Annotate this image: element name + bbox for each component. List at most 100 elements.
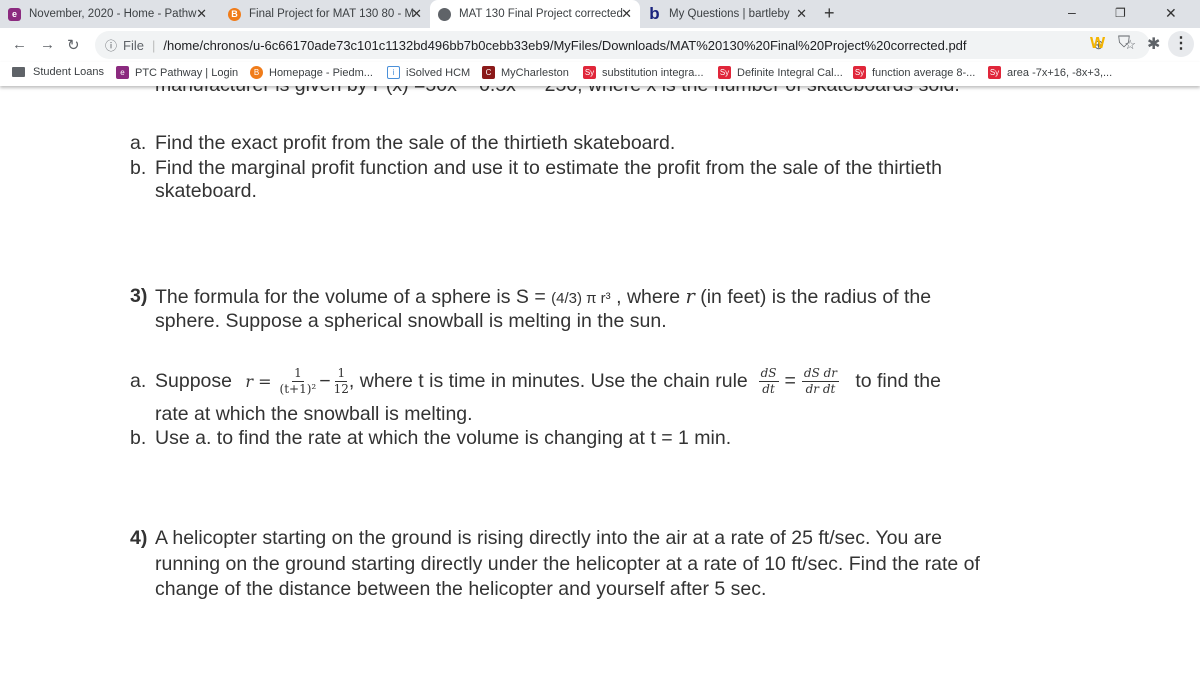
text: The formula for the volume of a sphere i… xyxy=(155,286,546,308)
label: a. xyxy=(130,132,147,154)
minus: − xyxy=(319,369,331,392)
tab-strip: e November, 2020 - Home - Pathw ✕ B Final P… xyxy=(0,0,1200,28)
text: Find the exact profit from the sale of t… xyxy=(155,132,676,154)
shield-icon[interactable]: ⛉ xyxy=(1118,34,1130,52)
comma: , xyxy=(348,369,355,392)
address-bar[interactable]: ⓘ File | /home/chronos/u-6c66170ade73c10… xyxy=(95,31,1150,59)
brightspace-icon: B xyxy=(250,66,263,79)
info-icon: i xyxy=(387,66,400,79)
bookmark-label: substitution integra... xyxy=(602,66,704,79)
bookmark-label: iSolved HCM xyxy=(406,66,471,79)
bookmark-homepage[interactable]: B Homepage - Piedm... xyxy=(250,66,373,79)
new-tab-button[interactable]: + xyxy=(824,3,835,24)
tab-title: MAT 130 Final Project corrected xyxy=(459,8,623,20)
den: dt xyxy=(762,381,775,396)
charleston-icon: C xyxy=(482,66,495,79)
symbolab-icon: Sy xyxy=(583,66,596,79)
bookmarks-bar: Student Loans e PTC Pathway | Login B Home… xyxy=(0,62,1200,86)
brightspace-icon: B xyxy=(228,7,241,21)
bookmark-sy-3[interactable]: Sy function average 8-... xyxy=(853,66,975,79)
bookmark-student-loans[interactable]: Student Loans xyxy=(12,66,104,78)
cut-off-line: manufacturer is given by P(x) =50x − 0.5… xyxy=(155,86,960,97)
q2b: b. Find the marginal profit function and … xyxy=(130,157,942,180)
q4: 4) A helicopter starting on the ground is… xyxy=(130,527,942,550)
den: dr dt xyxy=(805,381,836,396)
tab-title: My Questions | bartleby xyxy=(669,8,790,20)
url-text: /home/chronos/u-6c66170ade73c101c1132bd4… xyxy=(163,37,967,53)
q4-cont-2: change of the distance between the helic… xyxy=(155,578,767,600)
text: Find the marginal profit function and us… xyxy=(155,157,942,179)
chain-rule: dS dr dr dt xyxy=(801,365,840,397)
r-equals: r = xyxy=(245,371,272,391)
number: 3) xyxy=(130,285,148,307)
minimize-button[interactable]: – xyxy=(1068,4,1076,20)
label: b. xyxy=(130,427,147,449)
bookmark-label: Definite Integral Cal... xyxy=(737,66,843,79)
bookmark-label: Student Loans xyxy=(33,66,104,78)
toolbar: ← → ↻ ⓘ File | /home/chronos/u-6c66170ad… xyxy=(0,28,1200,62)
close-window-button[interactable]: ✕ xyxy=(1165,5,1177,22)
text: A helicopter starting on the ground is r… xyxy=(155,527,942,549)
q2a: a. Find the exact profit from the sale of… xyxy=(130,132,675,155)
restore-button[interactable]: ❐ xyxy=(1115,6,1126,20)
q3-cont: sphere. Suppose a spherical snowball is … xyxy=(155,310,667,332)
q3a: a. Suppose r = 1 (t+1)² − 1 12, where t is… xyxy=(130,357,941,405)
bookmark-isolved[interactable]: i iSolved HCM xyxy=(387,66,470,79)
bookmark-label: function average 8-... xyxy=(872,66,976,79)
number: 4) xyxy=(130,527,148,549)
tab-pathway[interactable]: e November, 2020 - Home - Pathw ✕ xyxy=(0,0,215,28)
close-icon[interactable]: ✕ xyxy=(796,6,807,22)
tab-final-project[interactable]: B Final Project for MAT 130 80 - M ✕ xyxy=(220,0,430,28)
bookmark-label: area -7x+16, -8x+3,... xyxy=(1007,66,1113,79)
bookmark-label: PTC Pathway | Login xyxy=(135,66,239,79)
den: 12 xyxy=(333,381,349,396)
extension-w-icon[interactable]: W xyxy=(1090,35,1105,53)
num: dS xyxy=(758,365,779,382)
tab-bartleby[interactable]: b My Questions | bartleby ✕ xyxy=(640,0,815,28)
equals: = xyxy=(784,369,796,392)
tab-title: November, 2020 - Home - Pathw xyxy=(29,8,197,20)
bookmark-sy-2[interactable]: Sy Definite Integral Cal... xyxy=(718,66,843,79)
tab-title: Final Project for MAT 130 80 - M xyxy=(249,8,415,20)
q3: 3) The formula for the volume of a sphere… xyxy=(130,285,931,308)
close-icon[interactable]: ✕ xyxy=(411,6,422,22)
globe-icon xyxy=(438,7,451,21)
bookmark-ptc-pathway[interactable]: e PTC Pathway | Login xyxy=(116,66,238,79)
formula: (4/3) π r³ xyxy=(551,290,611,307)
text: , where xyxy=(616,286,681,308)
den: (t+1)² xyxy=(279,381,317,396)
back-button[interactable]: ← xyxy=(12,36,27,53)
q4-cont-1: running on the ground starting directly … xyxy=(155,553,980,575)
close-icon[interactable]: ✕ xyxy=(196,6,207,22)
var-r: r xyxy=(685,285,695,308)
tab-mat130-pdf[interactable]: MAT 130 Final Project corrected ✕ xyxy=(430,0,640,28)
text: (in feet) is the radius of the xyxy=(700,286,932,308)
label: b. xyxy=(130,157,147,179)
pathway-icon: e xyxy=(8,7,21,21)
text: Suppose xyxy=(155,369,232,392)
bookmark-mycharleston[interactable]: C MyCharleston xyxy=(482,66,569,79)
close-icon[interactable]: ✕ xyxy=(621,6,632,22)
dS-dt: dS dt xyxy=(758,365,779,397)
bartleby-icon: b xyxy=(649,4,660,23)
forward-button[interactable]: → xyxy=(40,36,55,53)
symbolab-icon: Sy xyxy=(718,66,731,79)
symbolab-icon: Sy xyxy=(853,66,866,79)
folder-icon xyxy=(12,67,25,77)
bookmark-sy-1[interactable]: Sy substitution integra... xyxy=(583,66,704,79)
num: dS dr xyxy=(801,365,840,382)
symbolab-icon: Sy xyxy=(988,66,1001,79)
bookmark-sy-4[interactable]: Sy area -7x+16, -8x+3,... xyxy=(988,66,1112,79)
info-icon: ⓘ xyxy=(105,38,118,53)
text: Use a. to find the rate at which the vol… xyxy=(155,427,732,449)
scheme-label: File xyxy=(123,37,144,53)
q2b-cont: skateboard. xyxy=(155,180,257,202)
fraction-1: 1 (t+1)² xyxy=(280,366,317,397)
menu-icon[interactable]: ⋮ xyxy=(1168,31,1194,57)
extensions-icon[interactable]: ✱ xyxy=(1147,34,1160,54)
reload-button[interactable]: ↻ xyxy=(67,36,80,54)
text: where t is time in minutes. Use the chai… xyxy=(359,369,748,392)
pathway-icon: e xyxy=(116,66,129,79)
bookmark-label: Homepage - Piedm... xyxy=(269,66,373,79)
label: a. xyxy=(130,369,147,392)
